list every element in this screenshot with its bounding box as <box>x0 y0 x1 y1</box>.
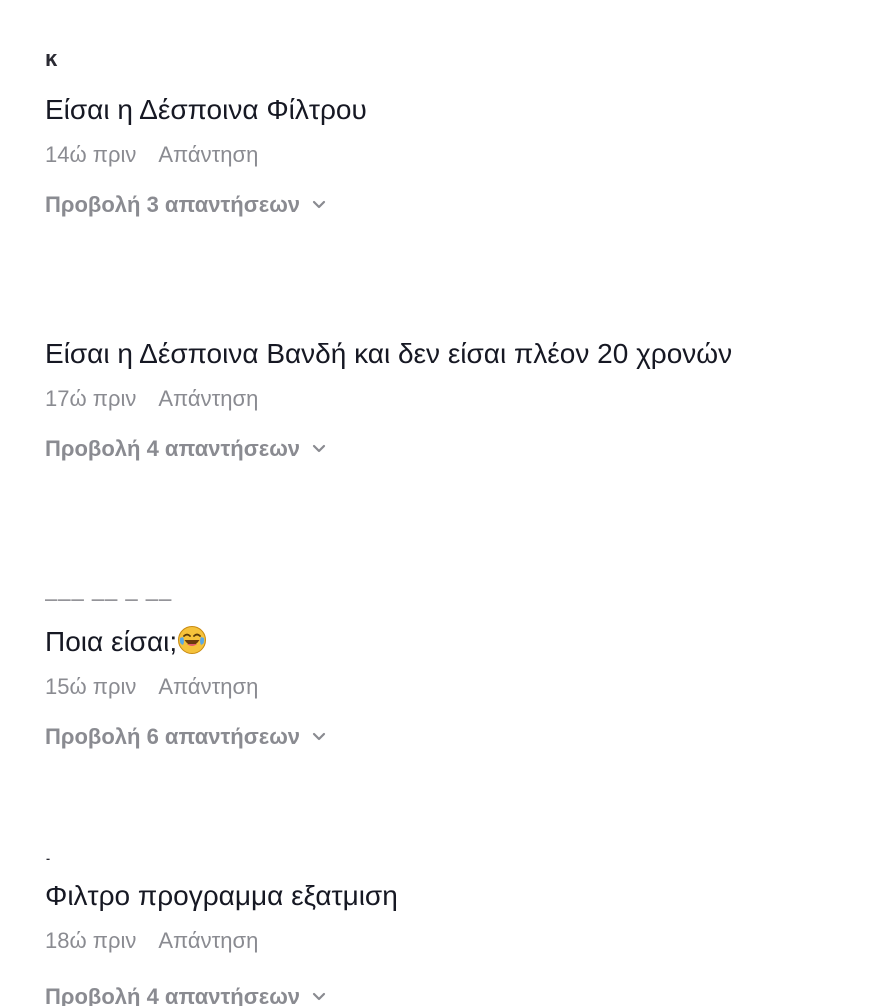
reply-button[interactable]: Απάντηση <box>158 672 258 702</box>
view-replies-label: Προβολή 4 απαντήσεων <box>45 436 301 461</box>
username-clipped[interactable]: . _ _ _ _ _ <box>45 846 860 860</box>
username-clipped[interactable]: ___ __ _ __ <box>45 590 860 604</box>
comment-text: Ποια είσαι; <box>45 622 860 662</box>
comment-meta: 17ώ πριν Απάντηση <box>45 384 860 414</box>
comment-timestamp: 14ώ πριν <box>45 142 137 167</box>
view-replies-button[interactable]: Προβολή 3 απαντήσεων <box>45 190 860 220</box>
comment-meta: 14ώ πριν Απάντηση <box>45 140 860 170</box>
view-replies-button[interactable]: Προβολή 4 απαντήσεων <box>45 434 860 464</box>
comment-timestamp: 18ώ πριν <box>45 928 137 953</box>
view-replies-label: Προβολή 4 απαντήσεων <box>45 984 301 1006</box>
reply-button[interactable]: Απάντηση <box>158 384 258 414</box>
chevron-down-icon <box>312 200 326 210</box>
comment-text-content: Ποια είσαι; <box>45 626 178 657</box>
comment-text: Είσαι η Δέσποινα Φίλτρου <box>45 94 367 125</box>
chevron-down-icon <box>312 732 326 742</box>
comment-text: Είσαι η Δέσποινα Βανδή και δεν είσαι πλέ… <box>45 338 733 369</box>
comment-timestamp: 15ώ πριν <box>45 674 137 699</box>
comment-item: . _ _ _ _ _ Φιλτρο προγραμμα εξατμιση 18… <box>45 846 860 1006</box>
comment-item: ___ __ _ __ Ποια είσαι; 15ώ πριν Απάντησ… <box>45 590 860 752</box>
username-clipped[interactable]: _ ____ <box>45 302 860 316</box>
view-replies-label: Προβολή 3 απαντήσεων <box>45 192 301 217</box>
chevron-down-icon <box>312 992 326 1002</box>
chevron-down-icon <box>312 444 326 454</box>
view-replies-button[interactable]: Προβολή 4 απαντήσεων <box>45 982 860 1006</box>
reply-button[interactable]: Απάντηση <box>158 926 258 956</box>
reply-button[interactable]: Απάντηση <box>158 140 258 170</box>
comment-meta: 15ώ πριν Απάντηση <box>45 672 860 702</box>
view-replies-button[interactable]: Προβολή 6 απαντήσεων <box>45 722 860 752</box>
comment-timestamp: 17ώ πριν <box>45 386 137 411</box>
view-replies-label: Προβολή 6 απαντήσεων <box>45 724 301 749</box>
comment-item: _ ____ Είσαι η Δέσποινα Βανδή και δεν εί… <box>45 302 860 464</box>
comment-text: Φιλτρο προγραμμα εξατμιση <box>45 880 398 911</box>
comment-meta: 18ώ πριν Απάντηση <box>45 926 860 956</box>
comment-item: k Είσαι η Δέσποινα Φίλτρου 14ώ πριν Απάν… <box>45 54 860 220</box>
username-clipped[interactable]: k <box>45 54 860 68</box>
face-with-tears-of-joy-icon <box>177 625 207 655</box>
